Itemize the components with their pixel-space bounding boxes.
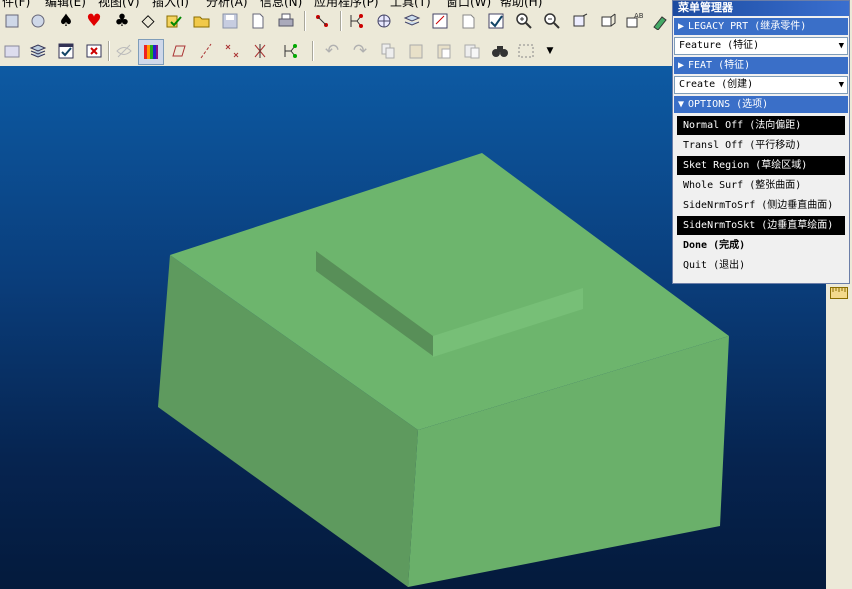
menu-file[interactable]: 件(F) bbox=[2, 0, 30, 8]
refit-icon[interactable] bbox=[570, 11, 590, 31]
datum-display-icon[interactable] bbox=[2, 41, 22, 61]
open-folder-icon[interactable] bbox=[192, 11, 212, 31]
menu-manager: 菜单管理器 ▶ LEGACY PRT (继承零件) Feature (特征) ▼ ▶… bbox=[672, 0, 850, 284]
toolbar-separator bbox=[108, 41, 110, 61]
menu-manager-title: 菜单管理器 bbox=[673, 1, 849, 16]
model-tree-icon[interactable] bbox=[374, 11, 394, 31]
option-whole-surf[interactable]: Whole Surf (整张曲面) bbox=[677, 176, 845, 195]
toolbar-separator bbox=[304, 11, 306, 31]
spade-icon[interactable]: ♠ bbox=[56, 11, 76, 31]
quit-button[interactable]: Quit (退出) bbox=[677, 256, 845, 275]
triangle-right-icon: ▶ bbox=[678, 21, 685, 32]
selection-box-icon[interactable] bbox=[516, 41, 536, 61]
club-icon[interactable]: ♣ bbox=[112, 11, 132, 31]
triangle-down-icon: ▼ bbox=[678, 99, 685, 110]
datum-plane-icon[interactable] bbox=[168, 41, 188, 61]
highlight-icon[interactable] bbox=[650, 11, 670, 31]
svg-text:AB: AB bbox=[634, 12, 643, 20]
new-part-icon[interactable] bbox=[2, 11, 22, 31]
regenerate-icon[interactable] bbox=[346, 11, 366, 31]
new-file-icon[interactable] bbox=[248, 11, 268, 31]
window-check-icon[interactable] bbox=[56, 41, 76, 61]
create-combo-value: Create (创建) bbox=[679, 79, 754, 90]
feature-combo[interactable]: Feature (特征) ▼ bbox=[674, 37, 848, 55]
ruler-icon[interactable] bbox=[830, 284, 848, 299]
heart-icon[interactable]: ♥ bbox=[84, 11, 104, 31]
paste-icon[interactable] bbox=[406, 41, 426, 61]
feature-combo-value: Feature (特征) bbox=[679, 40, 760, 51]
legacy-prt-header[interactable]: ▶ LEGACY PRT (继承零件) bbox=[674, 18, 848, 35]
feat-label: FEAT (特征) bbox=[688, 60, 751, 71]
undo-icon[interactable]: ↶ bbox=[322, 41, 342, 61]
datum-axis-icon[interactable] bbox=[196, 41, 216, 61]
checkbox-icon[interactable] bbox=[486, 11, 506, 31]
options-label: OPTIONS (选项) bbox=[688, 99, 769, 110]
menu-help[interactable]: 帮助(H) bbox=[500, 0, 542, 8]
toolbar-separator bbox=[340, 11, 342, 31]
menu-info[interactable]: 信息(N) bbox=[260, 0, 302, 8]
paste-special-icon[interactable] bbox=[434, 41, 454, 61]
hidden-eye-icon[interactable] bbox=[114, 41, 134, 61]
sketch-icon[interactable] bbox=[430, 11, 450, 31]
print-icon[interactable] bbox=[276, 11, 296, 31]
checklist-icon[interactable] bbox=[164, 11, 184, 31]
menu-edit[interactable]: 编辑(E) bbox=[45, 0, 86, 8]
option-transl-off[interactable]: Transl Off (平行移动) bbox=[677, 136, 845, 155]
copy-icon[interactable] bbox=[378, 41, 398, 61]
triangle-right-icon: ▶ bbox=[678, 60, 685, 71]
menu-analysis[interactable]: 分析(A) bbox=[206, 0, 248, 8]
layers-icon[interactable] bbox=[28, 41, 48, 61]
layer-select-icon[interactable] bbox=[462, 41, 482, 61]
options-header[interactable]: ▼ OPTIONS (选项) bbox=[674, 96, 848, 113]
option-sidenrmtosrf[interactable]: SideNrmToSrf (侧边垂直曲面) bbox=[677, 196, 845, 215]
option-sket-region[interactable]: Sket Region (草绘区域) bbox=[677, 156, 845, 175]
feat-header[interactable]: ▶ FEAT (特征) bbox=[674, 57, 848, 74]
create-combo[interactable]: Create (创建) ▼ bbox=[674, 76, 848, 94]
eraser-icon[interactable] bbox=[458, 11, 478, 31]
menu-window[interactable]: 窗口(W) bbox=[446, 0, 491, 8]
option-sidenrmtoskt[interactable]: SideNrmToSkt (边垂直草绘面) bbox=[677, 216, 845, 235]
options-list: Normal Off (法向偏距) Transl Off (平行移动) Sket… bbox=[674, 116, 848, 275]
menu-view[interactable]: 视图(V) bbox=[98, 0, 140, 8]
option-normal-off[interactable]: Normal Off (法向偏距) bbox=[677, 116, 845, 135]
open-part-icon[interactable] bbox=[28, 11, 48, 31]
datum-point-x-icon[interactable] bbox=[222, 41, 242, 61]
diamond-icon[interactable]: ◇ bbox=[138, 11, 158, 31]
datum-csys-icon[interactable] bbox=[250, 41, 270, 61]
layer-icon[interactable] bbox=[402, 11, 422, 31]
orient-icon[interactable] bbox=[598, 11, 618, 31]
menu-tools[interactable]: 工具(T) bbox=[390, 0, 431, 8]
save-icon[interactable] bbox=[220, 11, 240, 31]
annotation-icon[interactable]: AB bbox=[624, 11, 644, 31]
find-icon[interactable] bbox=[490, 41, 510, 61]
legacy-prt-label: LEGACY PRT (继承零件) bbox=[688, 21, 807, 32]
menu-applications[interactable]: 应用程序(P) bbox=[314, 0, 379, 8]
toolbar-separator bbox=[312, 41, 314, 61]
chevron-down-icon[interactable]: ▼ bbox=[839, 38, 844, 54]
datum-point-icon[interactable] bbox=[312, 11, 332, 31]
shade-icon[interactable] bbox=[138, 39, 164, 65]
zoom-out-icon[interactable] bbox=[542, 11, 562, 31]
datum-curve-icon[interactable] bbox=[280, 41, 300, 61]
redo-icon[interactable]: ↷ bbox=[350, 41, 370, 61]
menu-insert[interactable]: 插入(I) bbox=[152, 0, 189, 8]
chevron-down-icon[interactable]: ▼ bbox=[839, 77, 844, 93]
close-box-icon[interactable] bbox=[84, 41, 104, 61]
dropdown-icon[interactable]: ▼ bbox=[540, 41, 560, 61]
zoom-in-icon[interactable] bbox=[514, 11, 534, 31]
done-button[interactable]: Done (完成) bbox=[677, 236, 845, 255]
